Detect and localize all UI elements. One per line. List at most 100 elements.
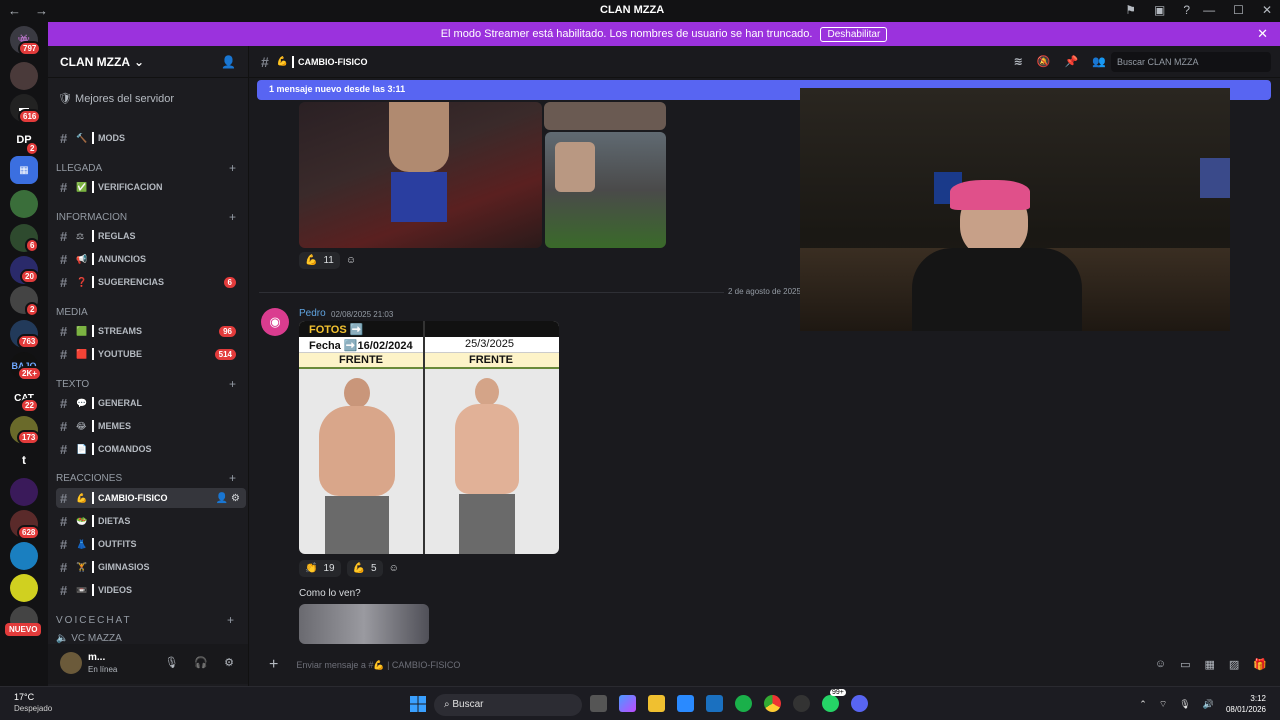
channel-sugerencias[interactable]: # ❓ SUGERENCIAS 6 <box>56 272 246 292</box>
task-view-icon[interactable] <box>590 695 607 712</box>
category-llegada[interactable]: LLEGADA + <box>56 160 246 176</box>
members-icon[interactable]: 👥 <box>1092 55 1106 68</box>
chrome-icon[interactable] <box>764 695 781 712</box>
server-icon[interactable] <box>10 62 38 90</box>
server-header[interactable]: CLAN MZZA ⌄ 👤 <box>48 46 248 78</box>
plus-icon[interactable]: + <box>229 161 236 175</box>
image-attachment[interactable] <box>299 102 542 248</box>
server-icon[interactable] <box>10 190 38 218</box>
whatsapp-icon[interactable]: 99+ <box>822 689 846 712</box>
emoji-icon[interactable]: ☺ <box>1155 658 1166 671</box>
reaction-muscle[interactable]: 💪 5 <box>346 560 383 577</box>
chevron-up-icon[interactable]: ⌃ <box>1139 699 1147 710</box>
category-texto[interactable]: TEXTO + <box>56 376 246 392</box>
store-icon[interactable] <box>677 695 694 712</box>
image-attachment[interactable] <box>545 132 666 248</box>
clock[interactable]: 3:12 08/01/2026 <box>1226 693 1266 715</box>
server-badge: 763 <box>17 334 41 349</box>
avatar[interactable]: ◉ <box>261 308 289 336</box>
windows-start-icon[interactable] <box>410 696 426 712</box>
channel-anuncios[interactable]: # 📢 ANUNCIOS <box>56 249 246 269</box>
spotify-icon[interactable] <box>735 695 752 712</box>
image-attachment[interactable] <box>299 604 429 644</box>
file-explorer-icon[interactable] <box>648 695 665 712</box>
settings-icon[interactable]: ⚙ <box>224 656 234 669</box>
sticker-icon[interactable]: ▦ <box>1204 658 1214 671</box>
channel-mods[interactable]: # 🔨 MODS <box>56 128 246 148</box>
channel-gimnasios[interactable]: # 🏋 GIMNASIOS <box>56 557 246 577</box>
taskbar-apps: 99+ <box>590 689 868 712</box>
reaction-muscle[interactable]: 💪 11 <box>299 252 340 269</box>
image-text-date2: 25/3/2025 <box>465 338 514 350</box>
mejores-link[interactable]: 🛡 Mejores del servidor <box>58 92 174 105</box>
image-icon[interactable]: ▨ <box>1229 658 1239 671</box>
channel-outfits[interactable]: # 👗 OUTFITS <box>56 534 246 554</box>
add-reaction-icon[interactable]: ☺ <box>346 252 356 269</box>
category-voicechat[interactable]: VOICECHAT + <box>56 612 246 628</box>
plus-icon[interactable]: + <box>269 656 278 674</box>
pin-icon[interactable]: 📌 <box>1065 55 1079 68</box>
help-icon[interactable]: ? <box>1183 3 1190 17</box>
plus-icon[interactable]: + <box>229 377 236 391</box>
weather-widget[interactable]: 17°C Despejado <box>14 692 52 713</box>
server-icon-t[interactable]: t <box>10 446 38 474</box>
volume-icon[interactable]: 🔊 <box>1203 699 1214 710</box>
close-button[interactable]: ✕ <box>1262 3 1272 17</box>
server-icon[interactable] <box>10 478 38 506</box>
avatar[interactable] <box>60 652 82 674</box>
minimize-button[interactable]: — <box>1203 3 1215 17</box>
gift-icon[interactable]: 🎁 <box>1253 658 1267 671</box>
discord-icon[interactable] <box>851 695 868 712</box>
channel-comandos[interactable]: # 📄 COMANDOS <box>56 439 246 459</box>
plus-icon[interactable]: + <box>229 471 236 485</box>
channel-actions[interactable]: 👤 ⚙ <box>216 493 240 504</box>
add-reaction-icon[interactable]: ☺ <box>389 560 399 577</box>
server-icon[interactable] <box>10 542 38 570</box>
channel-videos[interactable]: # 📼 VIDEOS <box>56 580 246 600</box>
before-after-image[interactable]: FOTOS ➡️ Fecha ➡️16/02/2024 25/3/2025 FR… <box>299 321 559 554</box>
channel-cambio-fisico[interactable]: # 💪 CAMBIO-FISICO 👤 ⚙ <box>56 488 246 508</box>
channel-streams[interactable]: # 🟩 STREAMS 96 <box>56 321 246 341</box>
gif-icon[interactable]: ▭ <box>1180 658 1190 671</box>
server-icon[interactable]: ▦ <box>10 156 38 184</box>
mic-icon[interactable]: 🎙 <box>1179 699 1190 710</box>
channel-reglas[interactable]: # ⚖ REGLAS <box>56 226 246 246</box>
server-icon[interactable] <box>10 574 38 602</box>
category-reacciones[interactable]: REACCIONES + <box>56 470 246 486</box>
banner-close-icon[interactable]: ✕ <box>1257 26 1268 42</box>
message-input[interactable]: Enviar mensaje a #💪 | CAMBIO-FISICO <box>296 660 460 671</box>
network-icon[interactable]: ⌔ <box>1159 699 1167 710</box>
category-media[interactable]: MEDIA <box>56 304 246 320</box>
microphone-icon[interactable]: 🎙 <box>164 656 178 669</box>
flag-icon[interactable]: ⚑ <box>1125 3 1136 17</box>
message-author[interactable]: Pedro <box>299 308 326 319</box>
taskbar-search[interactable]: ⌕ Buscar <box>434 694 582 716</box>
nav-arrows[interactable]: ←→ <box>8 3 62 18</box>
nuevo-badge[interactable]: NUEVO <box>5 623 42 636</box>
add-member-icon[interactable]: 👤 <box>221 55 236 69</box>
obs-icon[interactable] <box>793 695 810 712</box>
mute-bell-icon[interactable]: 🔕 <box>1037 55 1051 68</box>
disable-button[interactable]: Deshabilitar <box>820 26 888 42</box>
copilot-icon[interactable] <box>619 695 636 712</box>
outlook-icon[interactable] <box>706 695 723 712</box>
mejores-label: Mejores del servidor <box>75 93 175 105</box>
channel-general[interactable]: # 💬 GENERAL <box>56 393 246 413</box>
plus-icon[interactable]: + <box>229 210 236 224</box>
channel-youtube[interactable]: # 🟥 YOUTUBE 514 <box>56 344 246 364</box>
note-icon: 📄 <box>76 443 88 454</box>
category-informacion[interactable]: INFORMACION + <box>56 209 246 225</box>
channel-dietas[interactable]: # 🥗 DIETAS <box>56 511 246 531</box>
threads-icon[interactable]: ≋ <box>1014 55 1023 68</box>
channel-verificacion[interactable]: # ✅ VERIFICACION <box>56 177 246 197</box>
channel-memes[interactable]: # 😂 MEMES <box>56 416 246 436</box>
screen-icon[interactable]: ▣ <box>1154 3 1165 17</box>
channel-label: VIDEOS <box>98 585 133 595</box>
headphones-icon[interactable]: 🎧 <box>194 656 208 669</box>
maximize-button[interactable]: ☐ <box>1233 3 1244 17</box>
plus-icon[interactable]: + <box>227 613 236 627</box>
message-composer[interactable]: + Enviar mensaje a #💪 | CAMBIO-FISICO ☺ … <box>249 648 1280 682</box>
search-input[interactable]: Buscar CLAN MZZA <box>1111 52 1271 72</box>
reaction-clap[interactable]: 👏 19 <box>299 560 341 577</box>
image-attachment[interactable] <box>544 102 666 130</box>
